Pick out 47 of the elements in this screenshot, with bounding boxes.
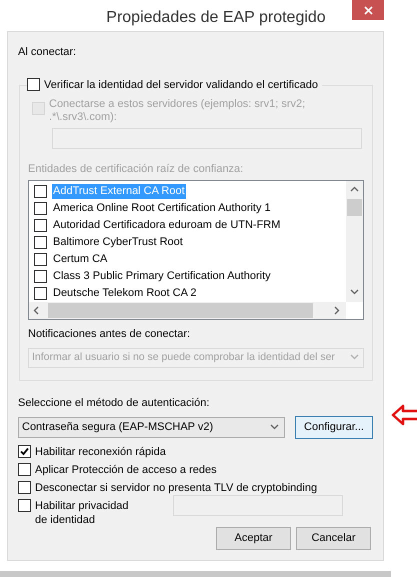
checkbox[interactable] <box>34 270 47 283</box>
horizontal-scrollbar[interactable] <box>29 302 346 319</box>
section-label: Entidades de certificación raíz de confianza: <box>28 162 244 176</box>
chevron-down-icon <box>350 353 359 362</box>
scroll-thumb[interactable] <box>347 199 362 216</box>
close-button[interactable] <box>352 0 384 20</box>
section-label: Seleccione el método de autenticación: <box>18 396 210 410</box>
checkbox[interactable] <box>18 499 31 512</box>
list-item[interactable]: Deutsche Telekom Root CA 2 <box>52 286 198 301</box>
dialog-button[interactable]: Cancelar <box>296 527 371 550</box>
section-label: Notificaciones antes de conectar: <box>28 327 192 342</box>
checkbox[interactable] <box>34 185 47 198</box>
checkbox[interactable] <box>18 463 31 476</box>
checkmark-icon <box>20 447 29 456</box>
option-label: Verificar la identidad del servidor validando el certificado <box>44 78 318 92</box>
option-label: Habilitar privacidad <box>35 499 130 513</box>
checkbox[interactable] <box>34 202 47 215</box>
checkbox[interactable] <box>34 253 47 266</box>
checkbox[interactable] <box>34 219 47 232</box>
list-item[interactable]: Class 3 Public Primary Certification Authority <box>52 269 272 284</box>
vertical-scrollbar[interactable] <box>346 181 363 302</box>
option-label: Habilitar reconexión rápida <box>35 445 167 459</box>
option-label: .*\.srv3\.com): <box>49 110 118 124</box>
option-label: de identidad <box>35 513 96 527</box>
close-icon <box>364 6 372 14</box>
auth-method-dropdown[interactable]: Contraseña segura (EAP-MSCHAP v2) <box>18 417 285 438</box>
chevron-right-icon <box>333 306 342 315</box>
checkbox[interactable] <box>27 78 40 92</box>
option-label: Conectarse a estos servidores (ejemplos: srv1; srv2; <box>49 98 306 110</box>
chevron-down-icon <box>350 288 359 297</box>
checkbox[interactable] <box>34 287 47 300</box>
window-title: Propiedades de EAP protegido <box>105 8 327 28</box>
configure-button[interactable]: Configurar... <box>295 416 373 439</box>
scroll-thumb[interactable] <box>48 303 313 318</box>
chevron-down-icon <box>270 423 279 432</box>
option-label: Aplicar Protección de acceso a redes <box>35 463 217 477</box>
section-label: Al conectar: <box>18 45 78 60</box>
checkbox[interactable] <box>18 481 31 494</box>
arrow-left-icon <box>391 404 417 426</box>
list-item[interactable]: America Online Root Certification Authority 1 <box>52 201 272 216</box>
list-item[interactable]: Certum CA <box>52 252 108 267</box>
checkbox[interactable] <box>34 236 47 249</box>
list-item[interactable]: Autoridad Certificadora eduroam de UTN-FRM <box>52 218 282 233</box>
list-item[interactable]: Baltimore CyberTrust Root <box>52 235 184 250</box>
dialog-button[interactable]: Aceptar <box>216 527 291 550</box>
checkbox[interactable] <box>18 445 31 458</box>
option-label: Desconectar si servidor no presenta TLV de cryptobinding <box>35 481 318 495</box>
